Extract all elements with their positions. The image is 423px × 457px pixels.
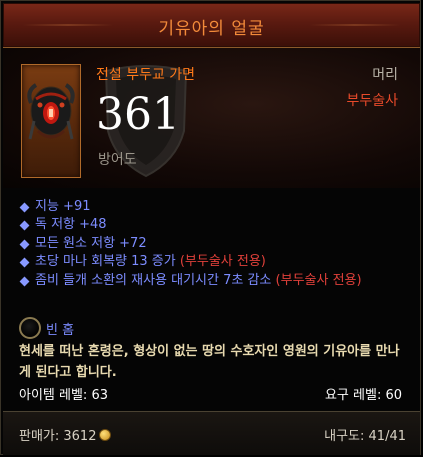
item-tooltip: 기유아의 얼굴 전설 부두교 가면 머리 부두술사 361 방어도 지능 +91 [0, 0, 421, 455]
empty-socket-icon [19, 317, 41, 339]
required-level: 요구 레벨: 60 [324, 388, 402, 403]
stat-line: 모든 원소 저항 +72 [15, 235, 415, 253]
stat-text: 좀비 들개 소환의 재사용 대기시간 7초 감소 [35, 272, 276, 288]
stat-text: 모든 원소 저항 +72 [35, 235, 147, 251]
gold-coin-icon [99, 429, 112, 441]
stat-text: 지능 +91 [35, 199, 91, 214]
socket-label: 빈 홈 [46, 323, 75, 338]
stat-list: 지능 +91 독 저항 +48 모든 원소 저항 +72 초당 마나 회복량 1… [15, 198, 415, 290]
sell-price-text: 판매가: 3612 [19, 429, 97, 444]
diamond-bullet-icon [19, 276, 30, 287]
stat-text: 독 저항 +48 [35, 217, 107, 233]
item-name: 기유아의 얼굴 [158, 19, 265, 39]
item-slot: 머리 [372, 67, 398, 83]
item-rarity-type: 전설 부두교 가면 [96, 67, 196, 83]
class-only-tag: (부두술사 전용) [275, 272, 362, 288]
armor-label: 방어도 [98, 152, 137, 168]
diamond-bullet-icon [19, 202, 30, 213]
stat-line: 독 저항 +48 [15, 216, 415, 234]
flavor-text: 현세를 떠난 혼령은, 형상이 없는 땅의 수호자인 영원의 기유아를 만나게 … [19, 344, 400, 380]
tooltip-footer: 판매가: 3612 내구도: 41/41 [3, 411, 420, 455]
voodoo-mask-icon [27, 83, 75, 140]
item-level: 아이템 레벨: 63 [19, 388, 108, 403]
armor-value: 361 [96, 89, 180, 140]
class-requirement: 부두술사 [346, 93, 398, 109]
item-title-bar: 기유아의 얼굴 [3, 3, 420, 48]
stat-text: 초당 마나 회복량 13 증가 [35, 254, 180, 270]
diamond-bullet-icon [19, 239, 30, 250]
item-image-frame [21, 64, 81, 178]
stat-line: 지능 +91 [15, 198, 415, 216]
stat-line: 초당 마나 회복량 13 증가 (부두술사 전용) [15, 253, 415, 271]
durability: 내구도: 41/41 [324, 429, 406, 444]
diamond-bullet-icon [19, 220, 30, 231]
class-only-tag: (부두술사 전용) [179, 254, 266, 270]
stat-line: 좀비 들개 소환의 재사용 대기시간 7초 감소 (부두술사 전용) [15, 272, 415, 290]
diamond-bullet-icon [19, 257, 30, 268]
sell-price: 판매가: 3612 [19, 425, 112, 444]
